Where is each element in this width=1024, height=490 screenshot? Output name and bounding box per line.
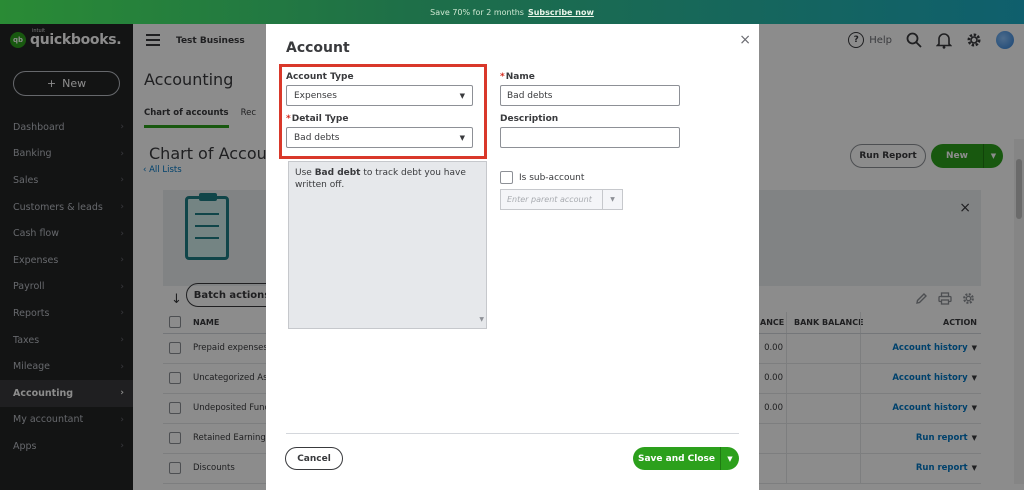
account-dialog: Account × Account Type Expenses ▼ *Detai… — [266, 24, 759, 490]
parent-account-select: Enter parent account ▼ — [500, 189, 623, 210]
name-input[interactable]: Bad debts — [500, 85, 680, 106]
highlight-box — [279, 64, 487, 159]
description-input[interactable] — [500, 127, 680, 148]
promo-banner: Save 70% for 2 months Subscribe now — [0, 0, 1024, 24]
chevron-down-icon[interactable]: ▼ — [720, 447, 739, 470]
cancel-button[interactable]: Cancel — [285, 447, 343, 470]
sub-account-option[interactable]: Is sub-account — [500, 171, 584, 184]
scroll-arrow-icon[interactable]: ▼ — [479, 314, 484, 326]
sub-account-label: Is sub-account — [519, 172, 585, 183]
footer-divider — [286, 433, 739, 434]
parent-account-placeholder: Enter parent account — [507, 195, 592, 204]
detail-type-description: Use Bad debt to track debt you have writ… — [288, 161, 487, 329]
description-label: Description — [500, 114, 559, 124]
promo-text: Save 70% for 2 months — [430, 7, 524, 17]
subscribe-link[interactable]: Subscribe now — [528, 8, 594, 17]
save-and-close-button[interactable]: Save and Close ▼ — [633, 447, 739, 470]
required-mark: * — [500, 72, 505, 82]
desc-term: Bad debt — [314, 168, 361, 178]
name-label: *Name — [500, 72, 535, 82]
sub-account-checkbox[interactable] — [500, 171, 513, 184]
save-and-close-label[interactable]: Save and Close — [633, 454, 720, 464]
caret-down-icon: ▼ — [602, 190, 622, 209]
close-icon[interactable]: × — [739, 32, 751, 48]
dialog-title: Account — [286, 40, 350, 56]
